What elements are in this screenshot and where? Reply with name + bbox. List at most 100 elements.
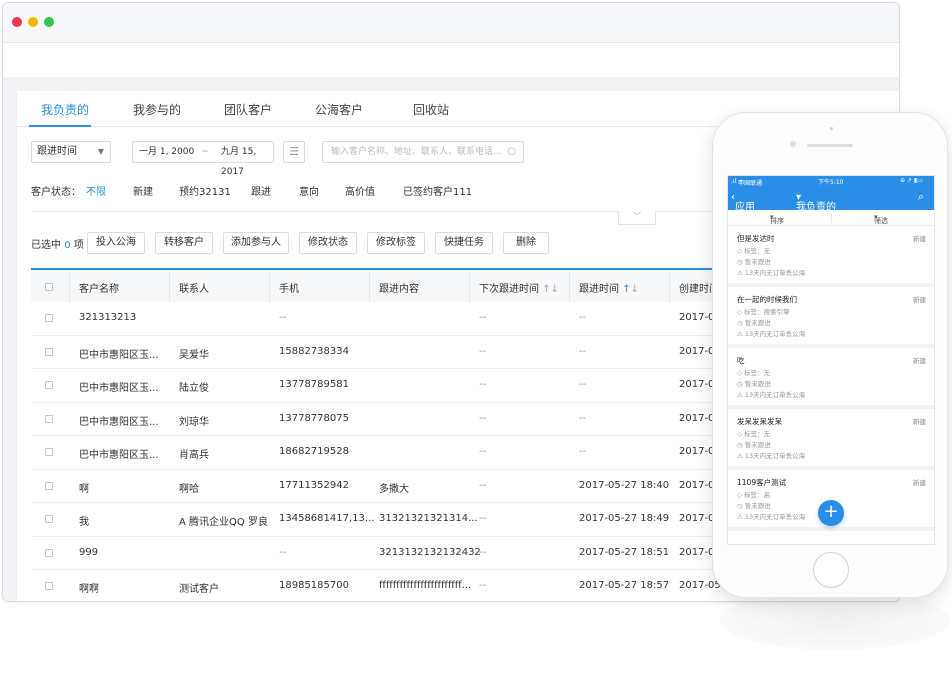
card-customer-name: 但是发达时 [737, 234, 775, 243]
header-follow-content[interactable]: 跟进内容 [379, 280, 419, 295]
cell-follow-time: -- [579, 312, 587, 323]
status-option-follow[interactable]: 跟进 [251, 183, 271, 198]
header-customer-name[interactable]: 客户名称 [79, 280, 119, 295]
change-status-button[interactable]: 修改状态 [299, 232, 357, 254]
cell-customer-name[interactable]: 巴中市惠阳区玉... [79, 379, 159, 394]
row-checkbox[interactable] [45, 481, 53, 490]
row-checkbox[interactable] [45, 448, 53, 456]
sort-down-icon[interactable]: ↓ [631, 284, 639, 295]
tab-team[interactable]: 团队客户 [224, 101, 272, 118]
battery-icon: ⊕ ↗ ▮▭ [900, 177, 923, 184]
field-select-value: 跟进时间 [37, 146, 77, 157]
customer-card[interactable]: 但是发达时 新建 ◇ 标签：无 ◷ 暂未跟进 ⚠ 13天内无订单丢公海 [728, 226, 934, 287]
sort-up-icon[interactable]: ↑ [622, 284, 630, 295]
search-input[interactable]: 输入客户名称、地址、联系人、联系电话... ○ [322, 141, 524, 163]
phone-title[interactable]: 我负责的 ▾ [796, 192, 836, 213]
filter-dropdown[interactable]: 筛选 ▾ [874, 213, 888, 225]
warning-icon: ⚠ [737, 513, 743, 521]
search-icon: ○ [507, 146, 516, 157]
status-option-signed[interactable]: 已签约客户111 [403, 183, 472, 198]
cell-customer-name[interactable]: 啊啊 [79, 580, 99, 595]
list-icon[interactable]: ☰ [283, 141, 305, 163]
card-follow-line: ◷ 暂未跟进 [737, 319, 771, 327]
cell-next-follow-time: -- [479, 345, 487, 357]
transfer-customer-button[interactable]: 转移客户 [155, 232, 213, 254]
collapse-toggle[interactable]: ﹀ [618, 211, 656, 225]
status-label: 客户状态： [31, 187, 81, 198]
card-follow-line: ◷ 暂未跟进 [737, 441, 771, 449]
row-checkbox[interactable] [45, 381, 53, 389]
cell-follow-content: 31321321321314... [379, 513, 478, 524]
date-end: 九月 15, 2017 [221, 147, 257, 177]
move-to-public-pool-button[interactable]: 投入公海 [87, 232, 145, 254]
home-button[interactable] [813, 552, 849, 588]
header-mobile[interactable]: 手机 [279, 280, 299, 295]
cell-customer-name[interactable]: 巴中市惠阳区玉... [79, 346, 159, 361]
cell-mobile: 18682719528 [279, 446, 349, 457]
add-customer-button[interactable]: + [818, 500, 844, 526]
cell-customer-name[interactable]: 啊 [79, 480, 89, 495]
status-option-appointment[interactable]: 预约32131 [179, 183, 231, 198]
row-checkbox[interactable] [45, 347, 53, 356]
status-option-high-value[interactable]: 高价值 [345, 183, 375, 198]
header-follow-time[interactable]: 跟进时间 ↑↓ [579, 280, 639, 295]
cell-follow-content: ffffffffffffffffffffffff... [379, 580, 472, 591]
field-select[interactable]: 跟进时间 ▼ [31, 141, 111, 163]
cell-next-follow-time: -- [479, 312, 487, 323]
row-checkbox[interactable] [45, 582, 53, 590]
search-placeholder: 输入客户名称、地址、联系人、联系电话... [331, 147, 502, 157]
change-tags-button[interactable]: 修改标签 [367, 232, 425, 254]
status-option-intent[interactable]: 意向 [299, 183, 319, 198]
cell-customer-name[interactable]: 321313213 [79, 312, 136, 323]
minimize-window-dot[interactable] [28, 17, 38, 27]
card-tag-line: ◇ 标签：搜索引擎 [737, 308, 790, 316]
tab-recycle-bin[interactable]: 回收站 [413, 101, 449, 118]
clock-icon: ◷ [737, 441, 743, 449]
quick-task-button[interactable]: 快捷任务 [435, 232, 493, 254]
tab-public-pool[interactable]: 公海客户 [315, 101, 363, 118]
header-next-follow-time[interactable]: 下次跟进时间 ↑↓ [479, 280, 559, 295]
row-checkbox[interactable] [45, 548, 53, 557]
row-checkbox[interactable] [45, 414, 53, 423]
status-option-new[interactable]: 新建 [133, 183, 153, 198]
phone-sensor [790, 141, 796, 147]
tab-participating[interactable]: 我参与的 [133, 101, 181, 118]
add-participant-button[interactable]: 添加参与人 [223, 232, 289, 254]
row-checkbox[interactable] [45, 515, 53, 523]
delete-button[interactable]: 删除 [503, 232, 549, 254]
cell-contact: 啊哈 [179, 483, 199, 495]
tag-icon: ◇ [737, 308, 742, 316]
customer-card[interactable]: 吃 新建 ◇ 标签：无 ◷ 暂未跟进 ⚠ 13天内无订单丢公海 [728, 348, 934, 409]
card-status-badge: 新建 [913, 235, 926, 243]
cell-next-follow-time: -- [479, 513, 487, 524]
cell-customer-name[interactable]: 999 [79, 547, 98, 558]
close-window-dot[interactable] [12, 17, 22, 27]
maximize-window-dot[interactable] [44, 17, 54, 27]
sort-dropdown[interactable]: 排序 ▾ [770, 213, 784, 225]
customer-card[interactable]: 在一起的时候我们 新建 ◇ 标签：搜索引擎 ◷ 暂未跟进 ⚠ 13天内无订单丢公海 [728, 287, 934, 348]
cell-contact: 刘琼华 [179, 416, 209, 428]
cell-mobile: 13778789581 [279, 379, 349, 390]
cell-customer-name[interactable]: 巴中市惠阳区玉... [79, 413, 159, 428]
header-contact[interactable]: 联系人 [179, 280, 209, 295]
cell-customer-name[interactable]: 巴中市惠阳区玉... [79, 446, 159, 461]
row-checkbox[interactable] [45, 314, 53, 322]
card-status-badge: 新建 [913, 296, 926, 304]
date-range-picker[interactable]: 一月 1, 2000 ~ 九月 15, 2017 [132, 141, 274, 177]
back-button[interactable]: ‹ 应用 [731, 192, 755, 213]
customer-card[interactable]: 发呆发呆发呆 新建 ◇ 标签：无 ◷ 暂未跟进 ⚠ 13天内无订单丢公海 [728, 409, 934, 470]
warning-icon: ⚠ [737, 452, 743, 460]
card-status-badge: 新建 [913, 479, 926, 487]
clock-icon: ◷ [737, 380, 743, 388]
cell-follow-time: 2017-05-27 18:51 [579, 546, 670, 558]
cell-customer-name[interactable]: 我 [79, 513, 89, 528]
select-all-checkbox[interactable] [45, 283, 53, 291]
tag-icon: ◇ [737, 369, 742, 377]
cell-follow-time: -- [579, 446, 587, 457]
status-option-all[interactable]: 不限 [86, 183, 106, 198]
clock-icon: ◷ [737, 502, 743, 510]
card-customer-name: 1109客户测试 [737, 478, 787, 487]
search-icon[interactable]: ⌕ [918, 190, 924, 204]
sort-icon[interactable]: ↑↓ [542, 284, 559, 295]
tab-mine[interactable]: 我负责的 [41, 101, 89, 118]
